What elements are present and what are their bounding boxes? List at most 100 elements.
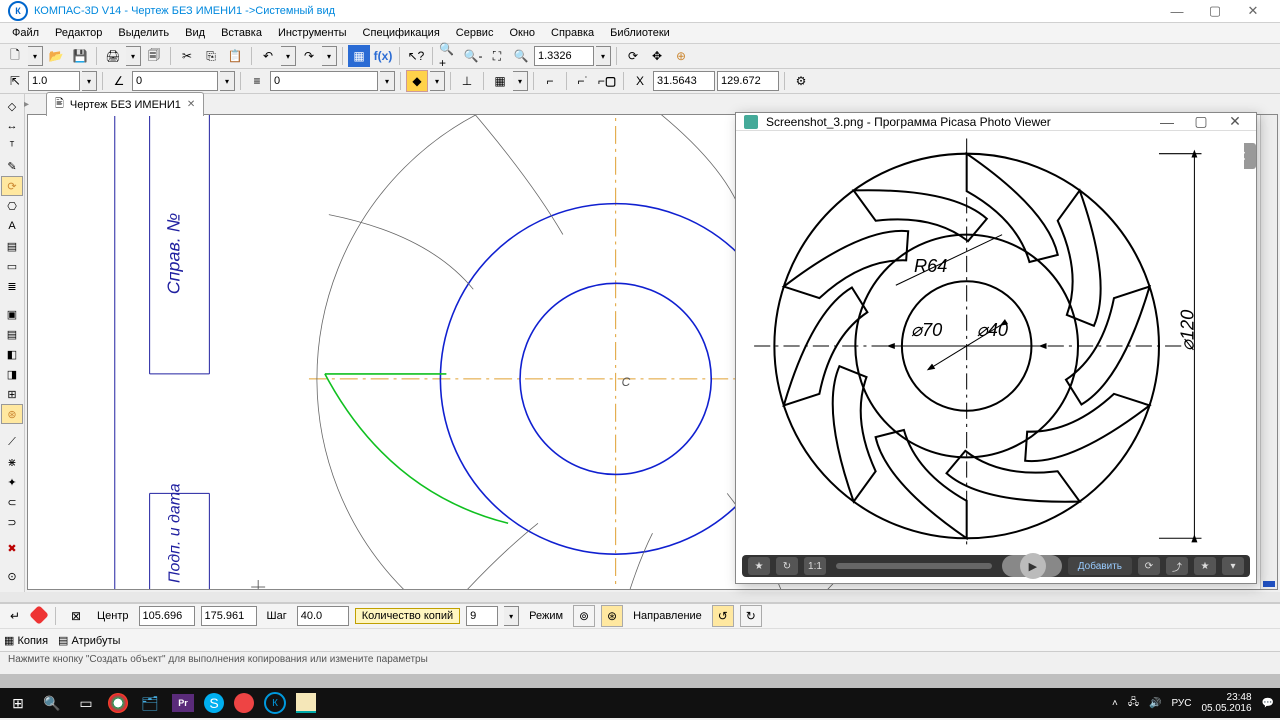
picasa-min-icon[interactable]: — bbox=[1154, 114, 1180, 130]
orbit-icon[interactable]: ⊕ bbox=[670, 45, 692, 67]
notifications-icon[interactable]: 💬 bbox=[1262, 698, 1274, 709]
tool-b5-icon[interactable]: ⊃ bbox=[1, 512, 23, 532]
stop-icon[interactable] bbox=[32, 608, 46, 625]
pc-star-icon[interactable]: ★ bbox=[748, 557, 770, 575]
zoom-drop[interactable]: ▾ bbox=[596, 46, 611, 66]
rounding-icon[interactable]: ⌐▢ bbox=[596, 70, 618, 92]
pc-i3-icon[interactable]: ★ bbox=[1194, 557, 1216, 575]
tool-b4-icon[interactable]: ⊂ bbox=[1, 492, 23, 512]
undo-drop[interactable]: ▾ bbox=[281, 46, 296, 66]
tab-close-icon[interactable]: ✕ bbox=[187, 99, 195, 110]
zoom-in-icon[interactable]: 🔍+ bbox=[438, 45, 460, 67]
preview-icon[interactable]: 🗐 bbox=[143, 45, 165, 67]
ortho-icon[interactable]: ⊥ bbox=[456, 70, 478, 92]
save-icon[interactable]: 💾 bbox=[69, 45, 91, 67]
pan-icon[interactable]: ✥ bbox=[646, 45, 668, 67]
tray-vol-icon[interactable]: 🔊 bbox=[1149, 698, 1161, 709]
search-icon[interactable]: 🔍 bbox=[40, 692, 64, 714]
refresh-icon[interactable]: ⟳ bbox=[622, 45, 644, 67]
pc-add-button[interactable]: Добавить bbox=[1068, 557, 1132, 575]
tool-select-icon[interactable]: ▭ bbox=[1, 256, 23, 276]
tool-a4-icon[interactable]: ◨ bbox=[1, 364, 23, 384]
clock[interactable]: 23:48 05.05.2016 bbox=[1201, 692, 1251, 714]
menu-select[interactable]: Выделить bbox=[110, 25, 177, 41]
tool-measure-icon[interactable]: ▤ bbox=[1, 236, 23, 256]
tray-up-icon[interactable]: ˄ bbox=[1112, 698, 1118, 709]
tool-c2-icon[interactable]: ⊙ bbox=[1, 566, 23, 586]
premiere-icon[interactable]: Pr bbox=[172, 694, 194, 712]
redo-drop[interactable]: ▾ bbox=[322, 46, 337, 66]
tool-a5-icon[interactable]: ⊞ bbox=[1, 384, 23, 404]
create-object-icon[interactable]: ↵ bbox=[4, 605, 26, 627]
tool-text-icon[interactable]: ᵀ bbox=[1, 136, 23, 156]
grid-icon[interactable]: ▦ bbox=[489, 70, 511, 92]
document-tab[interactable]: 🖹 Чертеж БЕЗ ИМЕНИ1 ✕ bbox=[46, 92, 204, 116]
manager-icon[interactable]: ▦ bbox=[348, 45, 370, 67]
step-input[interactable] bbox=[28, 71, 80, 91]
step-drop[interactable]: ▾ bbox=[82, 71, 97, 91]
picasa-close-icon[interactable]: ✕ bbox=[1222, 113, 1248, 130]
copies-drop[interactable]: ▾ bbox=[504, 606, 519, 626]
tool-param-icon[interactable]: ⎔ bbox=[1, 196, 23, 216]
cut-icon[interactable]: ✂ bbox=[176, 45, 198, 67]
picasa-window[interactable]: Screenshot_3.png - Программа Picasa Phot… bbox=[735, 112, 1257, 584]
tab-copy[interactable]: ▦ Копия bbox=[4, 634, 48, 647]
help-icon[interactable]: ↖? bbox=[405, 45, 427, 67]
tray-net-icon[interactable]: 🖧 bbox=[1128, 695, 1139, 712]
pc-i2-icon[interactable]: ⤴ bbox=[1166, 557, 1188, 575]
dir-ccw-icon[interactable]: ↺ bbox=[712, 605, 734, 627]
undo-icon[interactable]: ↶ bbox=[257, 45, 279, 67]
local-icon[interactable]: ⌐˙ bbox=[572, 70, 594, 92]
pc-menu-icon[interactable]: ▾ bbox=[1222, 557, 1244, 575]
tab-attr[interactable]: ▤ Атрибуты bbox=[58, 634, 120, 647]
vscrollbar[interactable] bbox=[1260, 115, 1277, 589]
menu-libs[interactable]: Библиотеки bbox=[602, 25, 678, 41]
zoom-scale-icon[interactable]: 🔍 bbox=[510, 45, 532, 67]
zoom-out-icon[interactable]: 🔍- bbox=[462, 45, 484, 67]
picasa-max-icon[interactable]: ▢ bbox=[1188, 113, 1214, 130]
center-y-input[interactable] bbox=[201, 606, 257, 626]
paste-icon[interactable]: 📋 bbox=[224, 45, 246, 67]
tool-a3-icon[interactable]: ◧ bbox=[1, 344, 23, 364]
tray-lang[interactable]: РУС bbox=[1171, 698, 1191, 709]
menu-tools[interactable]: Инструменты bbox=[270, 25, 355, 41]
step-icon[interactable]: ⇱ bbox=[4, 70, 26, 92]
menu-view[interactable]: Вид bbox=[177, 25, 213, 41]
tool-a-icon[interactable]: A bbox=[1, 216, 23, 236]
menu-file[interactable]: Файл bbox=[4, 25, 47, 41]
pc-play-icon[interactable]: ▶ bbox=[1002, 555, 1062, 577]
pc-slider[interactable] bbox=[836, 563, 992, 569]
tool-a1-icon[interactable]: ▣ bbox=[1, 304, 23, 324]
picasa-task-icon[interactable] bbox=[296, 693, 316, 713]
tool-edit-icon[interactable]: ✎ bbox=[1, 156, 23, 176]
minimize-button[interactable]: — bbox=[1158, 1, 1196, 21]
pc-rot-icon[interactable]: ↻ bbox=[776, 557, 798, 575]
maximize-button[interactable]: ▢ bbox=[1196, 1, 1234, 21]
layers-drop[interactable]: ▾ bbox=[430, 71, 445, 91]
tool-a2-icon[interactable]: ▤ bbox=[1, 324, 23, 344]
tool-geometry-icon[interactable]: ◇ bbox=[1, 96, 23, 116]
start-icon[interactable]: ⊞ bbox=[6, 692, 30, 714]
opera-icon[interactable] bbox=[234, 693, 254, 713]
vars-icon[interactable]: f(x) bbox=[372, 45, 394, 67]
explorer-icon[interactable]: 🗂 bbox=[138, 692, 162, 714]
close-button[interactable]: ✕ bbox=[1234, 1, 1272, 21]
coordx-input[interactable] bbox=[653, 71, 715, 91]
center-mode-icon[interactable]: ⊠ bbox=[65, 605, 87, 627]
style-input[interactable] bbox=[270, 71, 378, 91]
step-value-input[interactable] bbox=[297, 606, 349, 626]
zoom-fit-icon[interactable]: ⛶ bbox=[486, 45, 508, 67]
print-drop[interactable]: ▾ bbox=[126, 46, 141, 66]
redo-icon[interactable]: ↷ bbox=[298, 45, 320, 67]
copy-icon[interactable]: ⎘ bbox=[200, 45, 222, 67]
skype-icon[interactable]: S bbox=[204, 693, 224, 713]
new-drop[interactable]: ▾ bbox=[28, 46, 43, 66]
pc-i1-icon[interactable]: ⟳ bbox=[1138, 557, 1160, 575]
style-icon[interactable]: ≡ bbox=[246, 70, 268, 92]
tool-circular-array-icon[interactable]: ⊛ bbox=[1, 404, 23, 424]
zoom-input[interactable] bbox=[534, 46, 594, 66]
misc-icon[interactable]: ⚙ bbox=[790, 70, 812, 92]
tool-b1-icon[interactable]: ⟋ bbox=[1, 432, 23, 452]
coordx-icon[interactable]: X bbox=[629, 70, 651, 92]
menu-edit[interactable]: Редактор bbox=[47, 25, 110, 41]
